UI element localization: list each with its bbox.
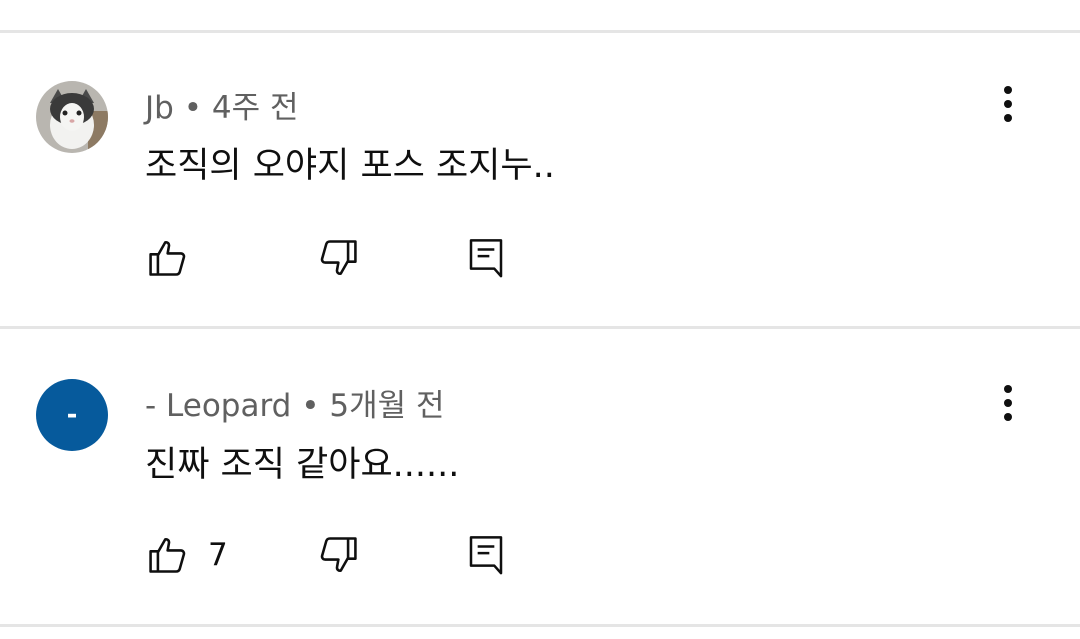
comment-menu-button[interactable]	[988, 379, 1028, 427]
top-divider	[0, 30, 1080, 33]
avatar[interactable]	[36, 81, 108, 153]
comment-author[interactable]: Jb	[145, 90, 174, 126]
comment-menu-button[interactable]	[988, 80, 1028, 128]
comment-time: 4주 전	[211, 90, 299, 126]
thumbs-down-icon	[320, 240, 357, 275]
reply-button[interactable]	[466, 533, 506, 575]
comment-time: 5개월 전	[329, 388, 445, 424]
thumbs-up-icon	[149, 538, 186, 573]
meta-separator: •	[183, 90, 202, 126]
comment-text: 조직의 오야지 포스 조지누..	[145, 146, 555, 186]
meta-separator: •	[301, 388, 320, 424]
like-button[interactable]: 7	[146, 533, 228, 577]
thumbs-up-icon	[149, 241, 186, 276]
reply-comment-icon	[469, 536, 503, 575]
more-vert-icon	[1004, 86, 1012, 122]
dislike-button[interactable]	[316, 533, 360, 577]
reply-button[interactable]	[466, 236, 506, 278]
thumbs-down-icon	[320, 537, 357, 572]
like-count: 7	[208, 537, 228, 573]
avatar-letter: -	[66, 400, 78, 430]
comment-text: 진짜 조직 같아요......	[145, 445, 460, 485]
comment-author[interactable]: - Leopard	[145, 388, 291, 424]
comment-divider	[0, 326, 1080, 329]
comment-meta: - Leopard • 5개월 전	[145, 380, 445, 425]
like-button[interactable]	[146, 236, 208, 280]
cat-photo-avatar-icon	[36, 81, 108, 153]
dislike-button[interactable]	[316, 236, 360, 280]
more-vert-icon	[1004, 385, 1012, 421]
bottom-divider	[0, 624, 1080, 627]
reply-comment-icon	[469, 239, 503, 278]
comment-meta: Jb • 4주 전	[145, 82, 298, 127]
avatar[interactable]: -	[36, 379, 108, 451]
